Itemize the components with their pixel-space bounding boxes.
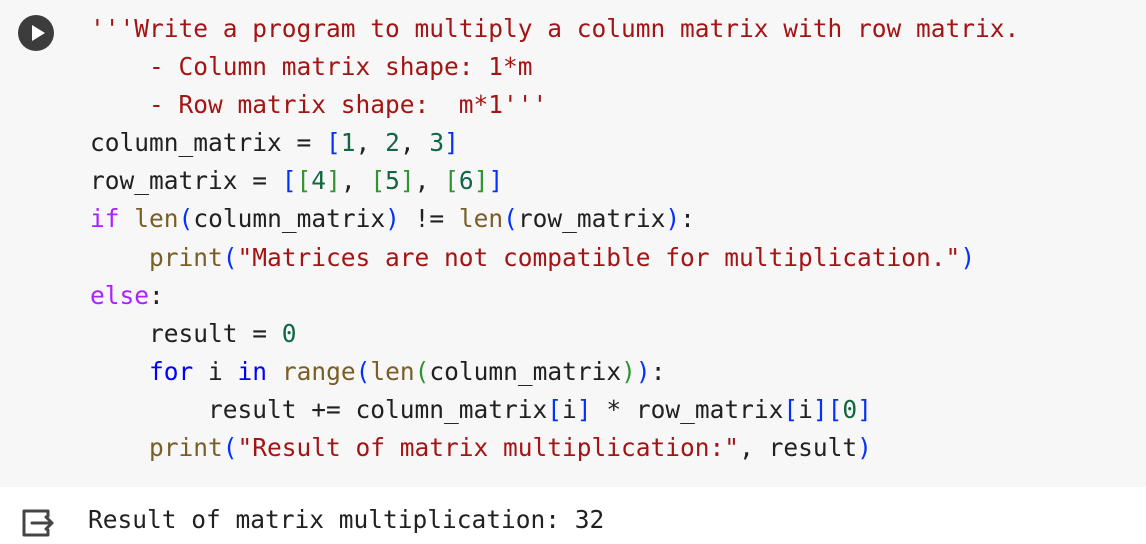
play-circle-icon bbox=[32, 25, 45, 41]
code-line: result = 0 bbox=[90, 318, 297, 348]
output-arrow-icon[interactable] bbox=[18, 503, 58, 543]
code-line: print("Result of matrix multiplication:"… bbox=[149, 433, 872, 463]
code-line: - Column matrix shape: 1*m bbox=[90, 52, 533, 82]
run-cell-button[interactable] bbox=[18, 15, 54, 51]
code-line: row_matrix = [[4], [5], [6]] bbox=[90, 166, 504, 196]
code-cell[interactable]: '''Write a program to multiply a column … bbox=[0, 0, 1146, 487]
code-line: '''Write a program to multiply a column … bbox=[90, 14, 1020, 43]
code-line: if len(column_matrix) != len(row_matrix)… bbox=[90, 204, 695, 234]
code-line: print("Matrices are not compatible for m… bbox=[149, 242, 976, 272]
output-text: Result of matrix multiplication: 32 bbox=[88, 505, 605, 534]
code-line: result += column_matrix[i] * row_matrix[… bbox=[90, 394, 872, 424]
code-line: for i in range(len(column_matrix)): bbox=[149, 356, 666, 386]
code-line: else: bbox=[90, 280, 164, 310]
code-line: column_matrix = [1, 2, 3] bbox=[90, 128, 459, 158]
cell-output: Result of matrix multiplication: 32 bbox=[0, 487, 1146, 544]
code-editor[interactable]: '''Write a program to multiply a column … bbox=[90, 10, 1019, 467]
code-line: - Row matrix shape: m*1''' bbox=[90, 90, 548, 120]
